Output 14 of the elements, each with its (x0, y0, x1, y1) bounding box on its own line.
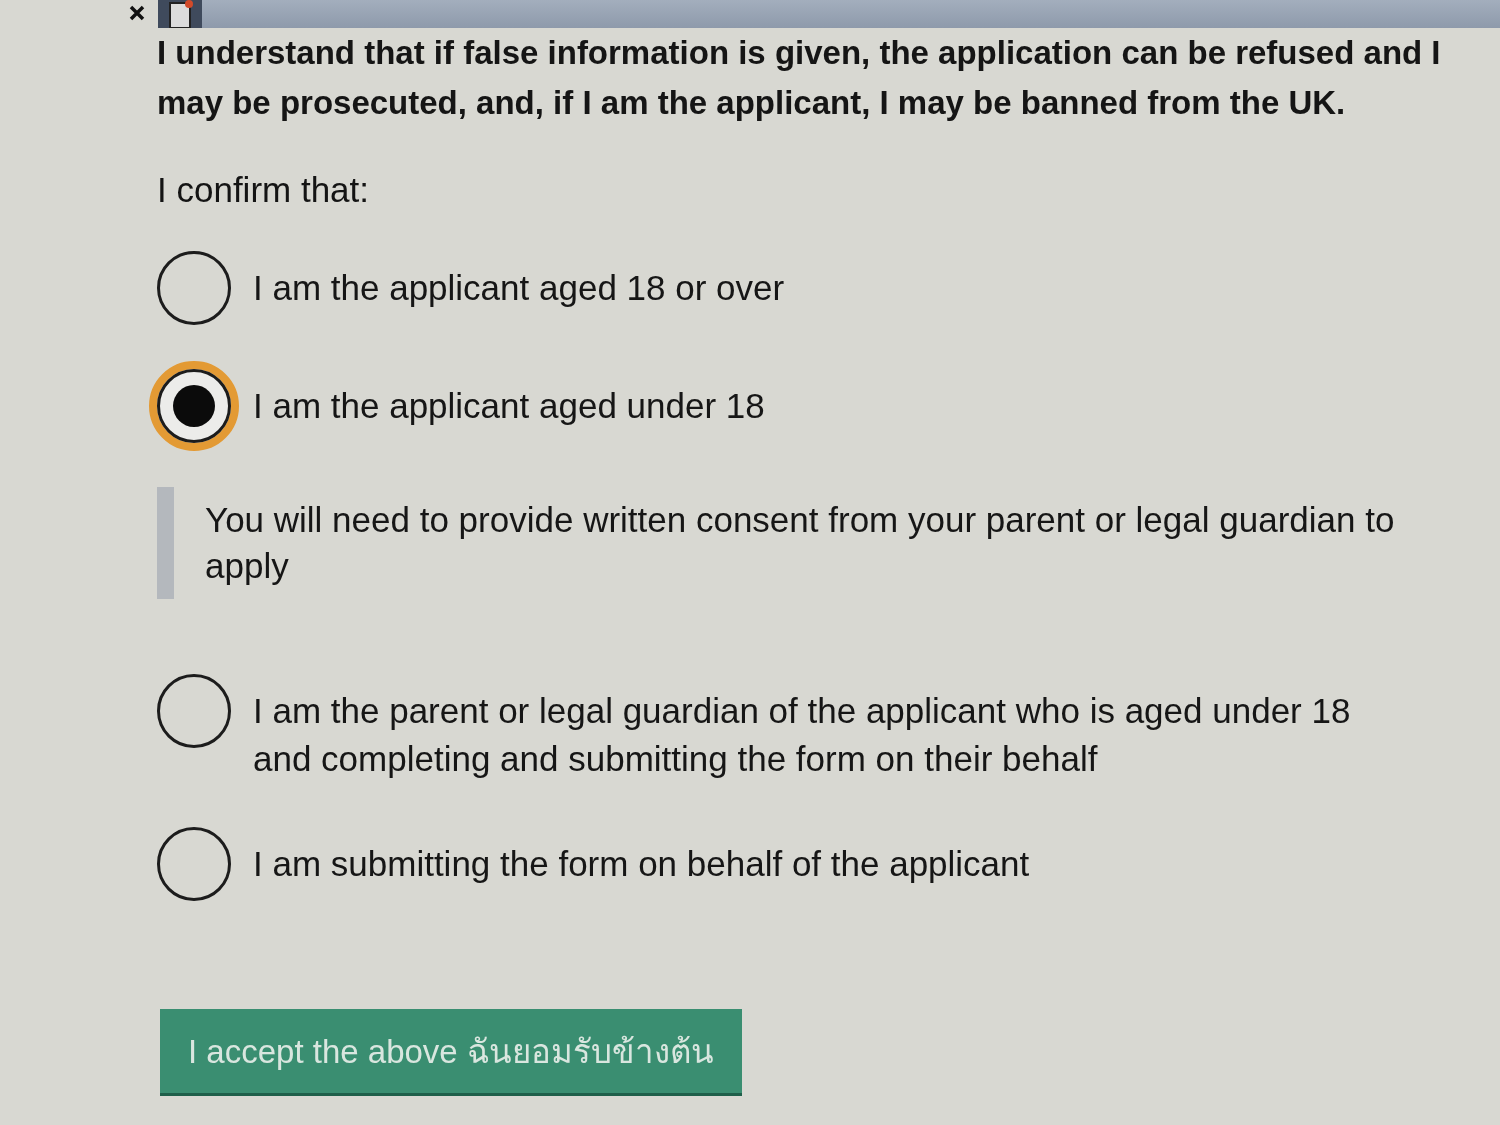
declaration-text: I understand that if false information is given, the application can be refused and I may be prosecuted, and, if I am the applicant, I may be banned from the UK. (157, 33, 1442, 123)
document-icon[interactable] (158, 0, 202, 28)
radio-button[interactable] (149, 361, 239, 451)
option-label: I am submitting the form on behalf of the applicant (253, 843, 1030, 885)
question-label: I confirm that: (157, 169, 371, 211)
accept-button[interactable]: I accept the above ฉันยอมรับข้างต้น (160, 1009, 742, 1096)
radio-button[interactable] (157, 251, 231, 325)
option-label: I am the applicant aged under 18 (253, 385, 765, 427)
radio-button[interactable] (157, 827, 231, 901)
close-icon[interactable] (128, 4, 146, 22)
option-label: I am the applicant aged 18 or over (253, 267, 785, 309)
option-label: I am the parent or legal guardian of the applicant who is aged under 18 and completing and submitting the form on their behalf (253, 690, 1352, 780)
inset-hint-text: You will need to provide written consent from your parent or legal guardian to apply (157, 487, 1480, 599)
radio-button[interactable] (157, 674, 231, 748)
